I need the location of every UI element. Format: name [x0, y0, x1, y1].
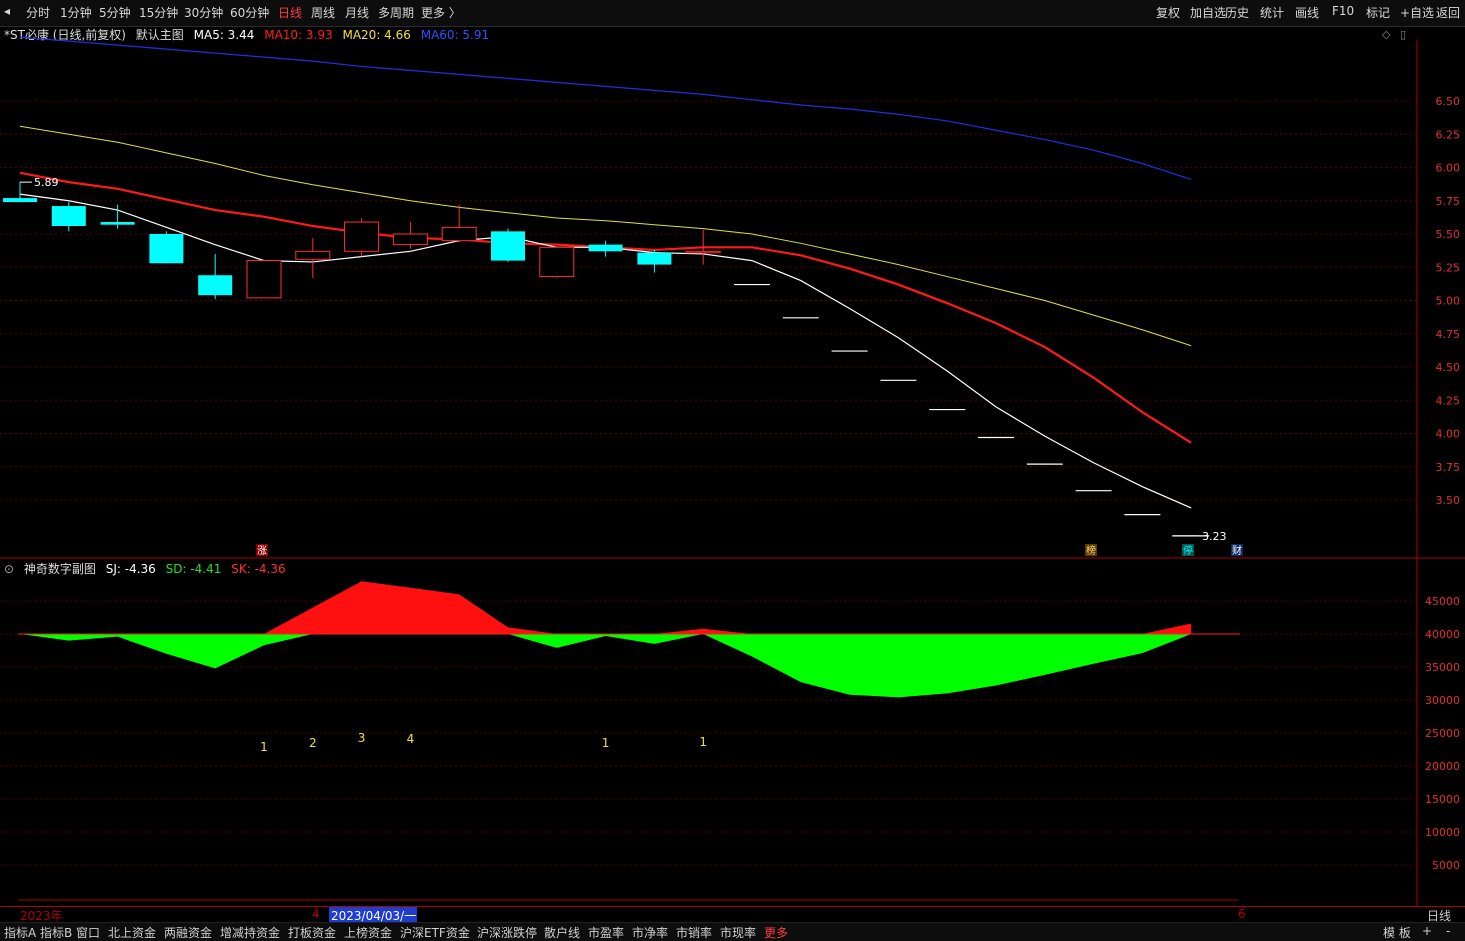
date-axis: 2023年 4 2023/04/03/一 6 日线 [0, 906, 1465, 923]
price-tick-label: 4.25 [1436, 394, 1461, 407]
sub-tick-label: 30000 [1425, 694, 1460, 707]
sub-positive-area [20, 581, 1192, 634]
candle-body-up [392, 233, 428, 246]
bottom-tab-9[interactable]: 沪深涨跌停 [477, 924, 537, 941]
event-tag-tag_bang: 榜 [1086, 544, 1096, 557]
price-tick-label: 5.00 [1436, 295, 1461, 308]
sub-tick-label: 5000 [1432, 859, 1460, 872]
sub-tick-label: 25000 [1425, 727, 1460, 740]
price-tick-label: 4.00 [1436, 428, 1461, 441]
candle-body-up [344, 221, 380, 252]
candle-body-up [246, 260, 282, 299]
candle-body-up [441, 226, 477, 242]
price-tick-label: 6.00 [1436, 162, 1461, 175]
kline-chart[interactable]: 6.50 6.25 6.00 5.75 5.50 5.25 5.00 4.75 4.50 4.25… [0, 0, 1465, 940]
bottom-right-button-2[interactable]: - [1446, 924, 1450, 938]
candle-body-down [491, 231, 525, 261]
count-label: 1 [602, 736, 610, 750]
sub-tick-label: 40000 [1425, 628, 1460, 641]
ma10-line [19, 171, 1192, 444]
bottom-tab-5[interactable]: 增减持资金 [220, 924, 280, 941]
bottom-tab-3[interactable]: 北上资金 [108, 924, 156, 941]
low-price-label: 3.23 [1202, 530, 1227, 543]
bottom-tab-13[interactable]: 市销率 [676, 924, 712, 941]
bottom-tab-15[interactable]: 更多 [764, 924, 788, 941]
candle-body-down [51, 206, 86, 227]
sub-tick-label: 45000 [1425, 595, 1460, 608]
sub-tick-label: 10000 [1425, 826, 1460, 839]
price-tick-label: 4.75 [1436, 328, 1461, 341]
price-tick-label: 5.75 [1436, 195, 1461, 208]
bottom-tab-4[interactable]: 两融资金 [164, 924, 212, 941]
sub-tick-label: 35000 [1425, 661, 1460, 674]
candle-body-down [3, 198, 37, 203]
bottom-tab-14[interactable]: 市现率 [720, 924, 756, 941]
date-month-mark: 4 [312, 907, 320, 921]
bottom-right-button-1[interactable]: + [1422, 924, 1432, 938]
ma20-line [19, 125, 1192, 347]
candle-body-up [685, 250, 721, 254]
bottom-tab-11[interactable]: 市盈率 [588, 924, 624, 941]
price-tick-label: 3.75 [1436, 461, 1461, 474]
price-tick-label: 4.50 [1436, 361, 1461, 374]
candle-body-down [637, 252, 672, 265]
ma60-line [19, 36, 1192, 181]
count-label: 3 [358, 731, 366, 745]
cursor-date: 2023/04/03/一 [329, 907, 417, 923]
candle-body-down [198, 275, 233, 296]
event-tag-tag_cai: 财 [1232, 544, 1242, 557]
count-label: 1 [699, 735, 707, 749]
bottom-tab-8[interactable]: 沪深ETF资金 [400, 924, 470, 941]
candle-body-down [588, 244, 623, 252]
candle-body-down [149, 234, 184, 264]
bottom-tab-6[interactable]: 打板资金 [288, 924, 336, 941]
bottom-tab-bar: 指标A 指标B 窗口 北上资金 两融资金 增减持资金 打板资金 上榜资金 沪深ETF资金 沪深涨跌… [0, 922, 1465, 941]
count-label: 2 [309, 736, 317, 750]
high-price-label: 5.89 [34, 176, 59, 189]
bottom-tab-7[interactable]: 上榜资金 [344, 924, 392, 941]
count-label: 1 [260, 740, 268, 754]
candle-body-up [295, 250, 331, 260]
price-tick-label: 3.50 [1436, 494, 1461, 507]
candle-body-up [539, 246, 575, 278]
price-tick-label: 5.25 [1436, 261, 1461, 274]
bottom-tab-1[interactable]: 指标B [40, 924, 72, 941]
price-tick-label: 5.50 [1436, 228, 1461, 241]
count-label: 4 [407, 732, 415, 746]
event-tag-tag_ting: 停 [1183, 544, 1193, 557]
bottom-tab-0[interactable]: 指标A [4, 924, 36, 941]
price-tick-label: 6.50 [1436, 95, 1461, 108]
expand-icon: ▯ [1400, 28, 1406, 41]
bottom-tab-10[interactable]: 散户线 [544, 924, 580, 941]
bottom-tab-2[interactable]: 窗口 [76, 924, 100, 941]
sub-tick-label: 20000 [1425, 760, 1460, 773]
candle-body-down [100, 222, 135, 225]
event-tag-tag_zhang: 涨 [257, 545, 267, 557]
sub-tick-label: 15000 [1425, 793, 1460, 806]
date-month-end: 6 [1238, 907, 1246, 921]
diamond-icon: ◇ [1382, 28, 1391, 41]
sub-negative-area [20, 634, 1192, 698]
bottom-tab-12[interactable]: 市净率 [632, 924, 668, 941]
price-tick-label: 6.25 [1436, 128, 1461, 141]
bottom-right-button-0[interactable]: 模 板 [1383, 924, 1411, 941]
